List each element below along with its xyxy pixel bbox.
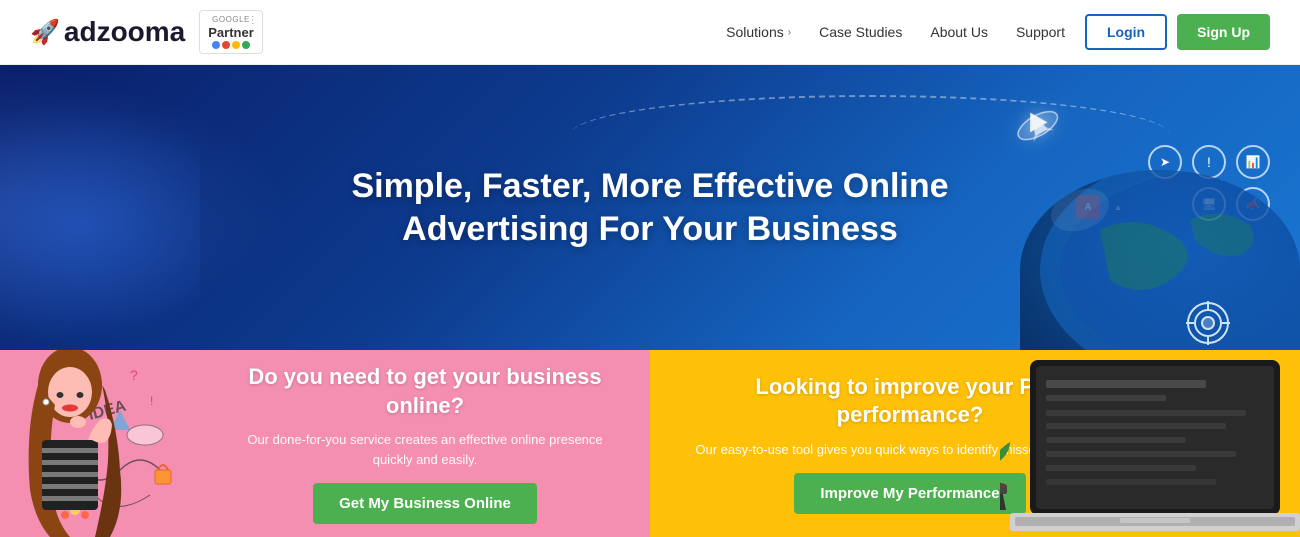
logo-rocket-icon: 🚀 bbox=[30, 18, 60, 47]
panel-right-image bbox=[1000, 350, 1300, 537]
bottom-panels: No IDEA ? ? ! bbox=[0, 350, 1300, 537]
chevron-down-icon: › bbox=[788, 27, 791, 38]
globe-glow bbox=[0, 95, 200, 350]
panel-right: Looking to improve your PPC performance?… bbox=[650, 350, 1300, 537]
woman-silhouette bbox=[0, 350, 180, 537]
rocket-icon bbox=[1002, 93, 1078, 165]
panel-left-heading: Do you need to get your business online? bbox=[230, 363, 620, 420]
dot-yellow bbox=[232, 41, 240, 49]
dot-red bbox=[222, 41, 230, 49]
main-nav: Solutions › Case Studies About Us Suppor… bbox=[726, 24, 1065, 40]
google-color-dots bbox=[212, 41, 250, 49]
panel-left-subtext: Our done-for-you service creates an effe… bbox=[230, 430, 620, 469]
hero-title-line2: Advertising For Your Business bbox=[402, 210, 898, 248]
hero-title-line1: Simple, Faster, More Effective Online bbox=[351, 167, 948, 205]
nav-support[interactable]: Support bbox=[1016, 24, 1065, 40]
plant bbox=[1000, 432, 1020, 517]
dot-blue bbox=[212, 41, 220, 49]
nav-case-studies[interactable]: Case Studies bbox=[819, 24, 902, 40]
google-partner-badge: ⋮ Google Partner bbox=[199, 10, 263, 54]
laptop bbox=[1010, 355, 1300, 537]
dot-green bbox=[242, 41, 250, 49]
logo-name: adzooma bbox=[64, 16, 185, 48]
badge-dots: ⋮ bbox=[248, 15, 258, 27]
nav-solutions[interactable]: Solutions › bbox=[726, 24, 791, 40]
hero-title: Simple, Faster, More Effective Online Ad… bbox=[351, 165, 948, 250]
earth-globe bbox=[1020, 170, 1300, 350]
signup-button[interactable]: Sign Up bbox=[1177, 14, 1270, 50]
improve-my-performance-button[interactable]: Improve My Performance bbox=[794, 473, 1025, 514]
login-button[interactable]: Login bbox=[1085, 14, 1167, 50]
logo: 🚀 adzooma bbox=[30, 16, 185, 48]
panel-left-content: Do you need to get your business online?… bbox=[220, 350, 650, 537]
navbar: 🚀 adzooma ⋮ Google Partner Solutions › C… bbox=[0, 0, 1300, 65]
get-business-online-button[interactable]: Get My Business Online bbox=[313, 483, 537, 524]
target-icon bbox=[1186, 301, 1230, 345]
badge-google-text: Google bbox=[212, 15, 250, 25]
logo-area: 🚀 adzooma ⋮ Google Partner bbox=[30, 10, 263, 54]
navbar-buttons: Login Sign Up bbox=[1085, 14, 1270, 50]
nav-about-us[interactable]: About Us bbox=[930, 24, 988, 40]
panel-left-image: No IDEA ? ? ! bbox=[0, 350, 220, 537]
hero-section: ➤ ! 📊 🖥 📣 A ▲ bbox=[0, 65, 1300, 350]
nav-solutions-label: Solutions bbox=[726, 24, 784, 40]
panel-left: No IDEA ? ? ! bbox=[0, 350, 650, 537]
